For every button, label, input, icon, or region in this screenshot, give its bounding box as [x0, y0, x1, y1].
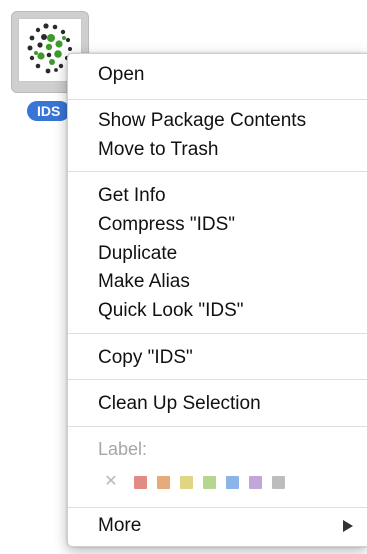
menu-item-open[interactable]: Open — [98, 63, 144, 86]
label-color-picker: ✕ — [98, 472, 295, 492]
menu-item-quick-look[interactable]: Quick Look "IDS" — [98, 299, 244, 322]
menu-item-clean-up-selection[interactable]: Clean Up Selection — [98, 392, 261, 415]
menu-item-get-info[interactable]: Get Info — [98, 184, 166, 207]
label-swatch-orange[interactable] — [157, 475, 170, 489]
x-icon[interactable]: ✕ — [102, 473, 120, 491]
menu-item-move-to-trash[interactable]: Move to Trash — [98, 138, 218, 161]
menu-item-duplicate[interactable]: Duplicate — [98, 242, 177, 265]
menu-item-make-alias[interactable]: Make Alias — [98, 270, 190, 293]
desktop: IDS Open Show Package Contents Move to T… — [0, 0, 367, 554]
label-swatch-red[interactable] — [134, 475, 147, 489]
label-swatch-purple[interactable] — [249, 475, 262, 489]
label-swatch-blue[interactable] — [226, 475, 239, 489]
menu-item-compress[interactable]: Compress "IDS" — [98, 213, 235, 236]
context-menu: Open Show Package Contents Move to Trash… — [67, 53, 367, 547]
menu-separator — [68, 379, 367, 380]
triangle-right-icon — [343, 520, 353, 532]
file-name-label[interactable]: IDS — [27, 101, 71, 121]
menu-item-copy[interactable]: Copy "IDS" — [98, 346, 193, 369]
label-swatch-green[interactable] — [203, 475, 216, 489]
menu-separator — [68, 333, 367, 334]
menu-separator — [68, 171, 367, 172]
menu-item-show-package-contents[interactable]: Show Package Contents — [98, 109, 306, 132]
menu-separator — [68, 507, 367, 508]
label-swatch-yellow[interactable] — [180, 475, 193, 489]
menu-separator — [68, 99, 367, 100]
label-heading: Label: — [98, 439, 148, 459]
menu-item-more[interactable]: More — [98, 514, 141, 537]
menu-separator — [68, 426, 367, 427]
label-swatch-gray[interactable] — [272, 475, 285, 489]
